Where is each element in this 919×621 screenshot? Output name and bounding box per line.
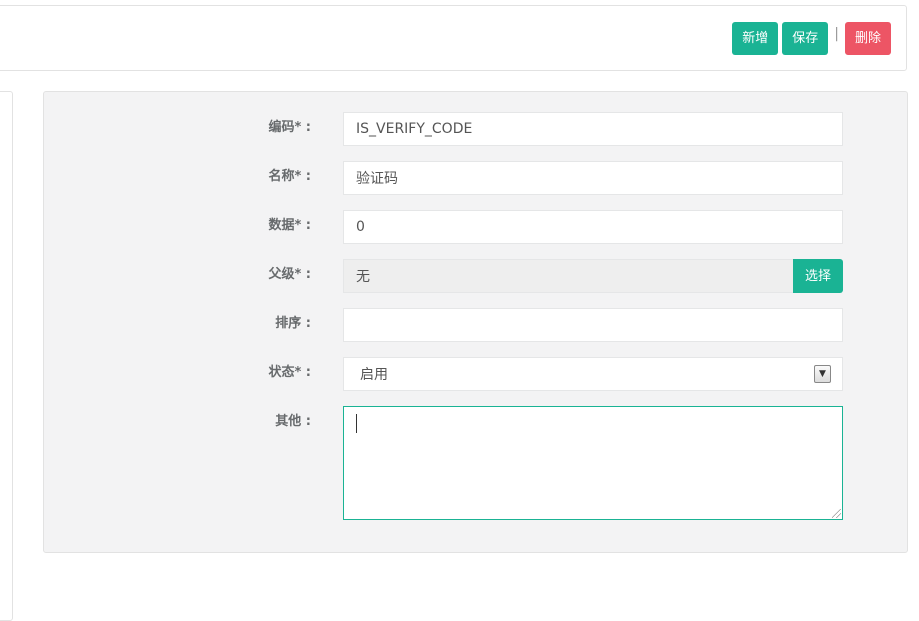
other-label: 其他 : bbox=[275, 414, 311, 429]
form-row-code: 编码* : bbox=[44, 112, 907, 146]
form-panel: 编码* : 名称* : 数据* : 父级* : 选择 排序 : 状态* : 启用… bbox=[43, 91, 908, 553]
status-label: 状态* : bbox=[268, 365, 311, 380]
form-row-data: 数据* : bbox=[44, 210, 907, 244]
data-input[interactable] bbox=[343, 210, 843, 244]
text-caret bbox=[356, 414, 357, 433]
status-selected-value: 启用 bbox=[360, 367, 388, 383]
form-row-name: 名称* : bbox=[44, 161, 907, 195]
parent-input[interactable] bbox=[343, 259, 793, 293]
parent-pick-button[interactable]: 选择 bbox=[793, 259, 843, 293]
save-button[interactable]: 保存 bbox=[782, 22, 829, 55]
add-button[interactable]: 新增 bbox=[732, 22, 779, 55]
form-row-other: 其他 : bbox=[44, 406, 907, 520]
code-label: 编码* : bbox=[268, 120, 311, 135]
delete-button[interactable]: 删除 bbox=[844, 22, 891, 55]
toolbar-card: 新增 保存 | 删除 bbox=[0, 5, 907, 71]
resize-grip-icon[interactable] bbox=[832, 509, 841, 518]
name-input[interactable] bbox=[343, 161, 843, 195]
toolbar-buttons: 新增 保存 | 删除 bbox=[732, 22, 891, 55]
form-row-sort: 排序 : bbox=[44, 308, 907, 342]
chevron-down-icon[interactable]: ▼ bbox=[814, 365, 831, 383]
toolbar-separator: | bbox=[834, 26, 839, 42]
left-tree-panel bbox=[0, 91, 13, 621]
data-label: 数据* : bbox=[268, 218, 311, 233]
form-row-status: 状态* : 启用 ▼ bbox=[44, 357, 907, 391]
name-label: 名称* : bbox=[268, 169, 311, 184]
sort-label: 排序 : bbox=[275, 316, 311, 331]
form-row-parent: 父级* : 选择 bbox=[44, 259, 907, 293]
sort-input[interactable] bbox=[343, 308, 843, 342]
status-select[interactable]: 启用 ▼ bbox=[343, 357, 843, 391]
other-textarea[interactable] bbox=[343, 406, 843, 520]
parent-label: 父级* : bbox=[268, 267, 311, 282]
code-input[interactable] bbox=[343, 112, 843, 146]
